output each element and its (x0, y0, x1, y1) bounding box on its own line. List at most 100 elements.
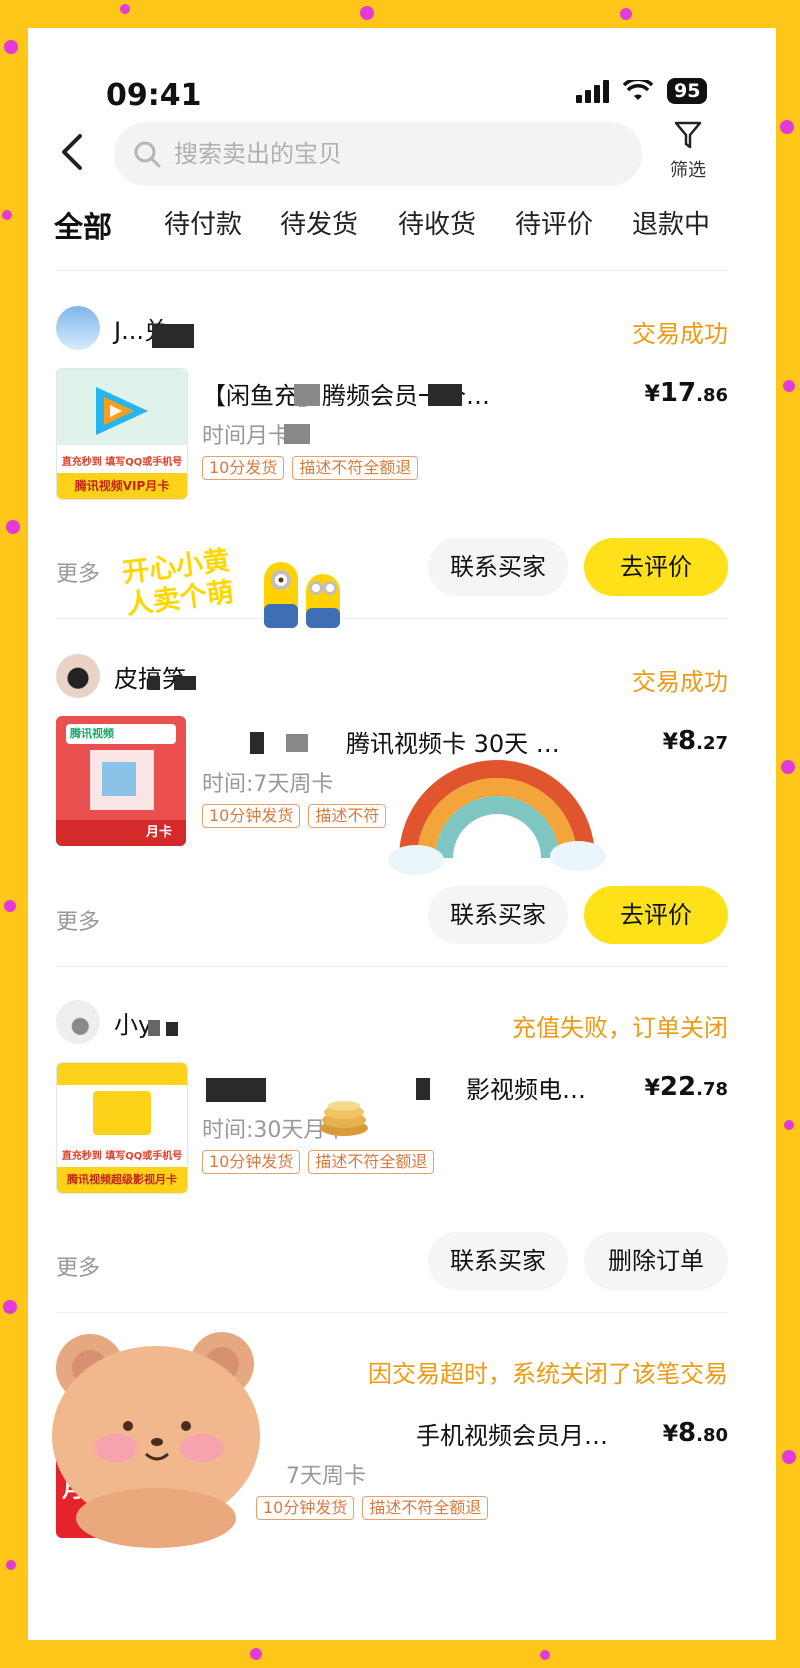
order-status: 因交易超时，系统关闭了该笔交易 (368, 1360, 728, 1388)
product-thumbnail[interactable]: 腾讯视频 月卡 (56, 716, 186, 846)
order-price: ¥8.80 (662, 1418, 728, 1448)
minion-sticker-text: 开心小黄人卖个萌 (120, 545, 236, 621)
teddy-bear-sticker (52, 1332, 260, 1548)
product-spec: 时间:7天周卡 (202, 772, 334, 797)
tag-refund-guarantee: 描述不符全额退 (292, 456, 419, 480)
divider (56, 1312, 728, 1313)
avatar[interactable] (56, 1000, 100, 1044)
minion-sticker: 开心小黄人卖个萌 (120, 540, 344, 636)
status-time: 09:41 (106, 78, 202, 113)
tencent-video-logo-icon (96, 387, 148, 435)
search-bar[interactable] (114, 122, 642, 186)
service-tags: 10分钟发货 描述不符全额退 (256, 1496, 489, 1520)
decor-dot (784, 1120, 794, 1130)
redaction-block (428, 384, 462, 406)
order-status: 充值失败，订单关闭 (512, 1014, 728, 1042)
filter-icon (674, 121, 702, 149)
phone-screen: 09:41 95 筛 (28, 28, 776, 1640)
redaction-block (174, 676, 196, 690)
tag-fast-delivery: 10分发货 (202, 456, 285, 480)
decor-dot (250, 1648, 262, 1660)
signal-icon (576, 79, 609, 103)
product-title[interactable]: 【闲鱼充】腾频会员一个… (202, 376, 612, 411)
decor-dot (783, 380, 795, 392)
decor-dot (120, 4, 130, 14)
decor-dot (3, 1300, 17, 1314)
delete-order-button[interactable]: 删除订单 (584, 1232, 728, 1290)
wifi-icon (623, 80, 653, 100)
tab-all[interactable]: 全部 (54, 204, 113, 246)
service-tags: 10分钟发货 描述不符全额退 (202, 1150, 435, 1174)
order-price: ¥17.86 (644, 378, 728, 408)
order-price: ¥22.78 (644, 1072, 728, 1102)
tab-pending-payment[interactable]: 待付款 (164, 204, 242, 241)
redaction-block (206, 1078, 266, 1102)
tag-refund-guarantee: 描述不符全额退 (362, 1496, 489, 1520)
tag-refund-guarantee: 描述不符 (308, 804, 387, 828)
minion-icon (264, 562, 340, 628)
order-status: 交易成功 (632, 320, 728, 348)
thumb-title: 月卡 (56, 820, 186, 846)
rainbow-sticker (388, 760, 606, 875)
search-icon (134, 141, 161, 168)
decor-dot (4, 40, 18, 54)
tab-pending-review[interactable]: 待评价 (515, 204, 593, 241)
redaction-block (152, 324, 194, 348)
filter-button[interactable]: 筛选 (658, 120, 718, 182)
decor-dot (2, 210, 12, 220)
review-button[interactable]: 去评价 (584, 538, 728, 596)
decor-dot (781, 760, 795, 774)
avatar[interactable] (56, 654, 100, 698)
buyer-name[interactable]: 小y (114, 1005, 152, 1040)
decor-dot (540, 1650, 550, 1660)
redaction-block (250, 732, 264, 754)
more-link[interactable]: 更多 (56, 1250, 100, 1282)
redaction-block (294, 384, 320, 406)
product-spec: 时间月卡 (202, 424, 291, 449)
divider (56, 270, 728, 271)
contact-buyer-button[interactable]: 联系买家 (428, 1232, 568, 1290)
more-link[interactable]: 更多 (56, 556, 100, 588)
tab-refunding[interactable]: 退款中 (632, 204, 710, 241)
buyer-info: 皮搞笑 (56, 654, 186, 698)
more-link[interactable]: 更多 (56, 904, 100, 936)
service-tags: 10分发货 描述不符全额退 (202, 456, 419, 480)
thumb-title: 腾讯视频VIP月卡 (57, 473, 187, 499)
redaction-block (148, 676, 160, 690)
thumb-brand: 腾讯视频 (70, 727, 114, 740)
thumb-caption: 直充秒到 填写QQ或手机号 (61, 457, 183, 468)
decor-dot (4, 900, 16, 912)
redaction-block (148, 1020, 160, 1036)
tag-fast-delivery: 10分钟发货 (202, 804, 301, 828)
decor-dot (782, 1450, 796, 1464)
review-button[interactable]: 去评价 (584, 886, 728, 944)
divider (56, 966, 728, 967)
decor-dot (620, 8, 632, 20)
status-icons: 95 (576, 78, 708, 104)
buyer-info: 小y (56, 1000, 152, 1044)
redaction-block (416, 1078, 430, 1100)
tag-fast-delivery: 10分钟发货 (202, 1150, 301, 1174)
product-thumbnail[interactable]: 直充秒到 填写QQ或手机号 腾讯视频超级影视月卡 (56, 1062, 188, 1194)
contact-buyer-button[interactable]: 联系买家 (428, 538, 568, 596)
product-title[interactable]: 手机视频会员月… (416, 1416, 612, 1451)
tag-refund-guarantee: 描述不符全额退 (308, 1150, 435, 1174)
order-price: ¥8.27 (662, 726, 728, 756)
pancake-sticker (320, 1101, 368, 1136)
product-thumbnail[interactable]: 直充秒到 填写QQ或手机号 腾讯视频VIP月卡 (56, 368, 188, 500)
order-card: 小y 充值失败，订单关闭 直充秒到 填写QQ或手机号 腾讯视频超级影视月卡 影视… (56, 1000, 728, 1346)
order-status: 交易成功 (632, 668, 728, 696)
tab-pending-shipment[interactable]: 待发货 (280, 204, 358, 241)
battery-indicator: 95 (667, 78, 708, 104)
redaction-block (166, 1022, 178, 1036)
back-arrow-icon[interactable] (56, 130, 88, 174)
redaction-block (286, 734, 308, 752)
thumb-caption: 直充秒到 填写QQ或手机号 (61, 1151, 183, 1162)
avatar[interactable] (56, 306, 100, 350)
product-title[interactable]: 影视频电视… (466, 1070, 606, 1105)
contact-buyer-button[interactable]: 联系买家 (428, 886, 568, 944)
search-input[interactable] (172, 139, 616, 169)
service-tags: 10分钟发货 描述不符 (202, 804, 387, 828)
filter-label: 筛选 (670, 160, 706, 181)
tab-pending-receipt[interactable]: 待收货 (398, 204, 476, 241)
